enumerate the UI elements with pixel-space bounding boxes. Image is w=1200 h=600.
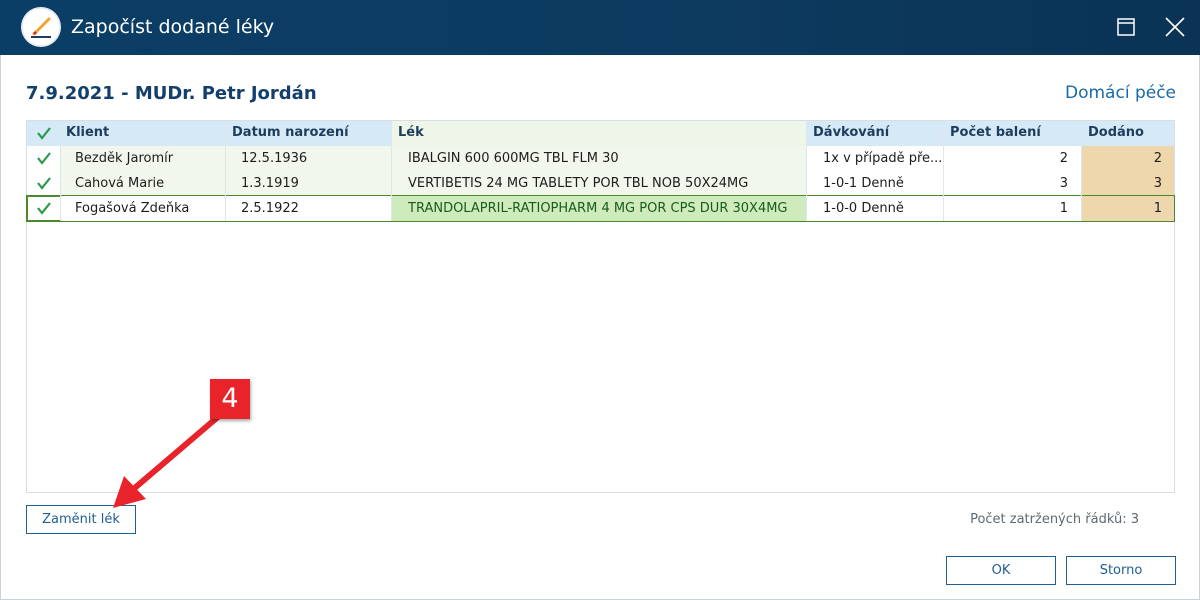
checkmark-icon bbox=[36, 202, 51, 215]
cell-klient: Fogašová Zdeňka bbox=[60, 196, 226, 221]
checkmark-icon bbox=[36, 152, 51, 165]
checked-rows-count: Počet zatržených řádků: 3 bbox=[970, 512, 1139, 527]
home-care-link[interactable]: Domácí péče bbox=[1065, 83, 1176, 103]
table-row[interactable]: Cahová Marie 1.3.1919 VERTIBETIS 24 MG T… bbox=[27, 171, 1174, 196]
ok-button[interactable]: OK bbox=[946, 556, 1056, 585]
column-divider bbox=[1081, 121, 1082, 221]
cell-lek: IBALGIN 600 600MG TBL FLM 30 bbox=[392, 146, 807, 171]
cell-pocet-baleni: 3 bbox=[944, 171, 1082, 196]
row-checkbox[interactable] bbox=[27, 196, 60, 221]
table-row[interactable]: Bezděk Jaromír 12.5.1936 IBALGIN 600 600… bbox=[27, 146, 1174, 171]
cell-pocet-baleni: 1 bbox=[944, 196, 1082, 221]
cell-klient: Bezděk Jaromír bbox=[60, 146, 226, 171]
maximize-icon[interactable] bbox=[1111, 12, 1141, 42]
header-datum-narozeni[interactable]: Datum narození bbox=[226, 121, 391, 146]
header-pocet-baleni[interactable]: Počet balení bbox=[944, 121, 1081, 146]
cell-dodano[interactable]: 2 bbox=[1082, 146, 1174, 171]
checkmark-icon bbox=[36, 177, 51, 190]
medication-table: Klient Datum narození Lék Dávkování Poče… bbox=[26, 120, 1175, 493]
column-divider bbox=[391, 121, 392, 221]
title-bar: Započíst dodané léky bbox=[0, 0, 1200, 55]
cell-datum: 2.5.1922 bbox=[226, 196, 392, 221]
replace-drug-button[interactable]: Zaměnit lék bbox=[26, 505, 136, 534]
row-checkbox[interactable] bbox=[27, 171, 60, 196]
header-check-column[interactable] bbox=[27, 121, 60, 146]
header-klient[interactable]: Klient bbox=[60, 121, 225, 146]
cell-lek: VERTIBETIS 24 MG TABLETY POR TBL NOB 50X… bbox=[392, 171, 807, 196]
cell-davkovani: 1-0-1 Denně bbox=[807, 171, 944, 196]
annotation-badge: 4 bbox=[210, 379, 250, 419]
row-checkbox[interactable] bbox=[27, 146, 60, 171]
cell-davkovani: 1-0-0 Denně bbox=[807, 196, 944, 221]
checkmark-icon bbox=[36, 127, 51, 140]
close-icon[interactable] bbox=[1160, 12, 1190, 42]
column-divider bbox=[806, 121, 807, 221]
pencil-note-icon bbox=[21, 7, 61, 47]
header-dodano[interactable]: Dodáno bbox=[1082, 121, 1174, 146]
cell-lek: TRANDOLAPRIL-RATIOPHARM 4 MG POR CPS DUR… bbox=[392, 196, 807, 221]
cell-klient: Cahová Marie bbox=[60, 171, 226, 196]
page-title: 7.9.2021 - MUDr. Petr Jordán bbox=[26, 83, 317, 104]
cell-dodano[interactable]: 1 bbox=[1082, 196, 1174, 221]
window-title: Započíst dodané léky bbox=[71, 16, 275, 38]
cell-datum: 1.3.1919 bbox=[226, 171, 392, 196]
table-row-selected[interactable]: Fogašová Zdeňka 2.5.1922 TRANDOLAPRIL-RA… bbox=[26, 195, 1175, 222]
cell-pocet-baleni: 2 bbox=[944, 146, 1082, 171]
column-divider bbox=[60, 121, 61, 221]
table-header: Klient Datum narození Lék Dávkování Poče… bbox=[27, 121, 1174, 146]
column-divider bbox=[225, 121, 226, 221]
header-davkovani[interactable]: Dávkování bbox=[807, 121, 943, 146]
header-lek[interactable]: Lék bbox=[392, 121, 806, 146]
cell-davkovani: 1x v případě pře... bbox=[807, 146, 944, 171]
column-divider bbox=[943, 121, 944, 221]
cancel-button[interactable]: Storno bbox=[1066, 556, 1176, 585]
cell-dodano[interactable]: 3 bbox=[1082, 171, 1174, 196]
cell-datum: 12.5.1936 bbox=[226, 146, 392, 171]
